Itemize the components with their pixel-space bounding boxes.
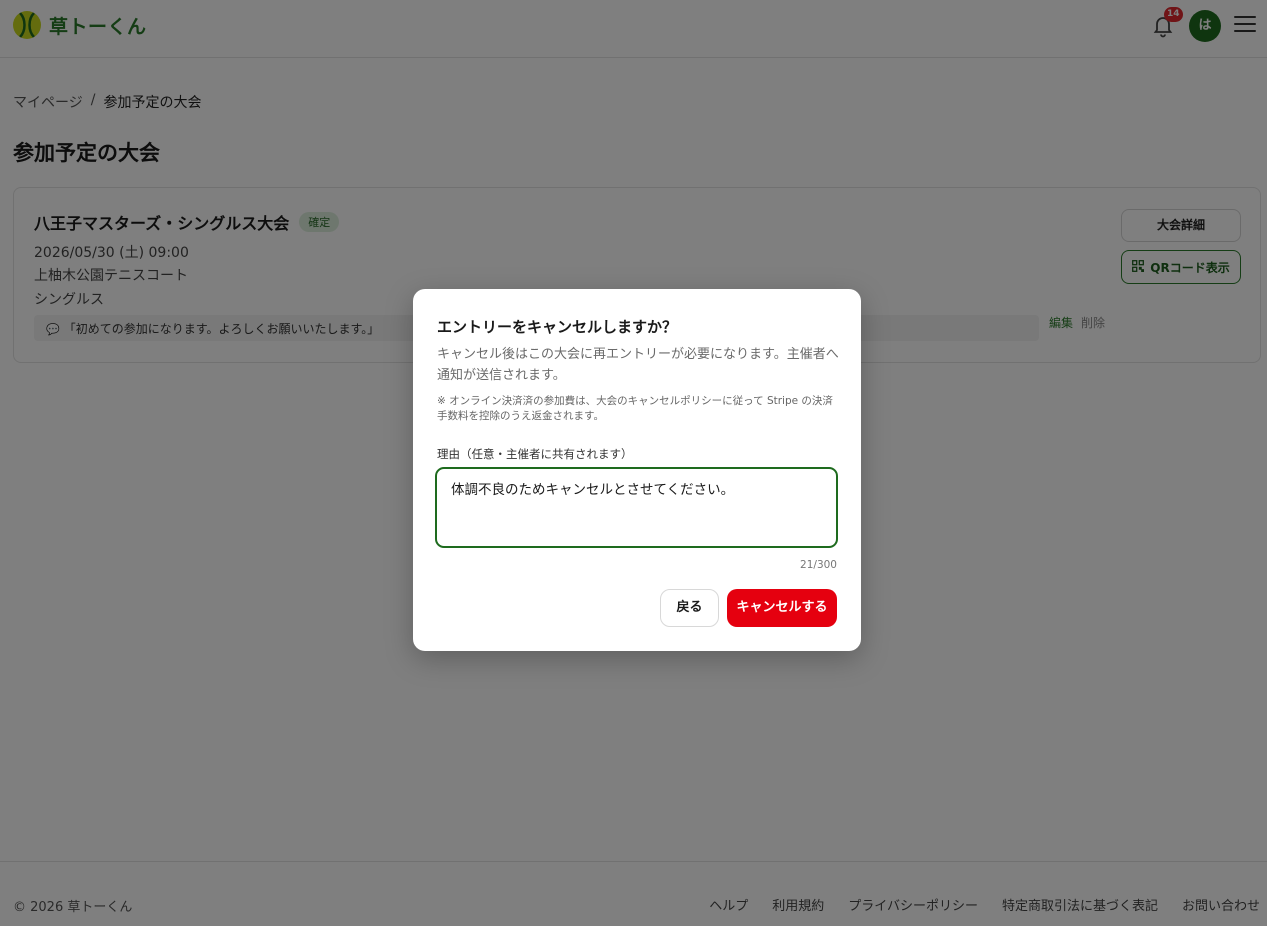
back-button[interactable]: 戻る xyxy=(660,589,719,627)
cancel-entry-dialog: エントリーをキャンセルしますか？ キャンセル後はこの大会に再エントリーが必要にな… xyxy=(413,289,861,651)
dialog-description: キャンセル後はこの大会に再エントリーが必要になります。主催者へ通知が送信されます… xyxy=(437,347,839,383)
dialog-refund-note: ※ オンライン決済済の参加費は、大会のキャンセルポリシーに従って Stripe … xyxy=(437,395,833,422)
confirm-cancel-button[interactable]: キャンセルする xyxy=(727,589,837,627)
char-counter: 21/300 xyxy=(800,559,837,571)
dialog-title: エントリーをキャンセルしますか？ xyxy=(437,318,678,336)
reason-label: 理由（任意・主催者に共有されます） xyxy=(437,447,633,461)
reason-textarea[interactable]: 体調不良のためキャンセルとさせてください。 xyxy=(435,467,838,548)
